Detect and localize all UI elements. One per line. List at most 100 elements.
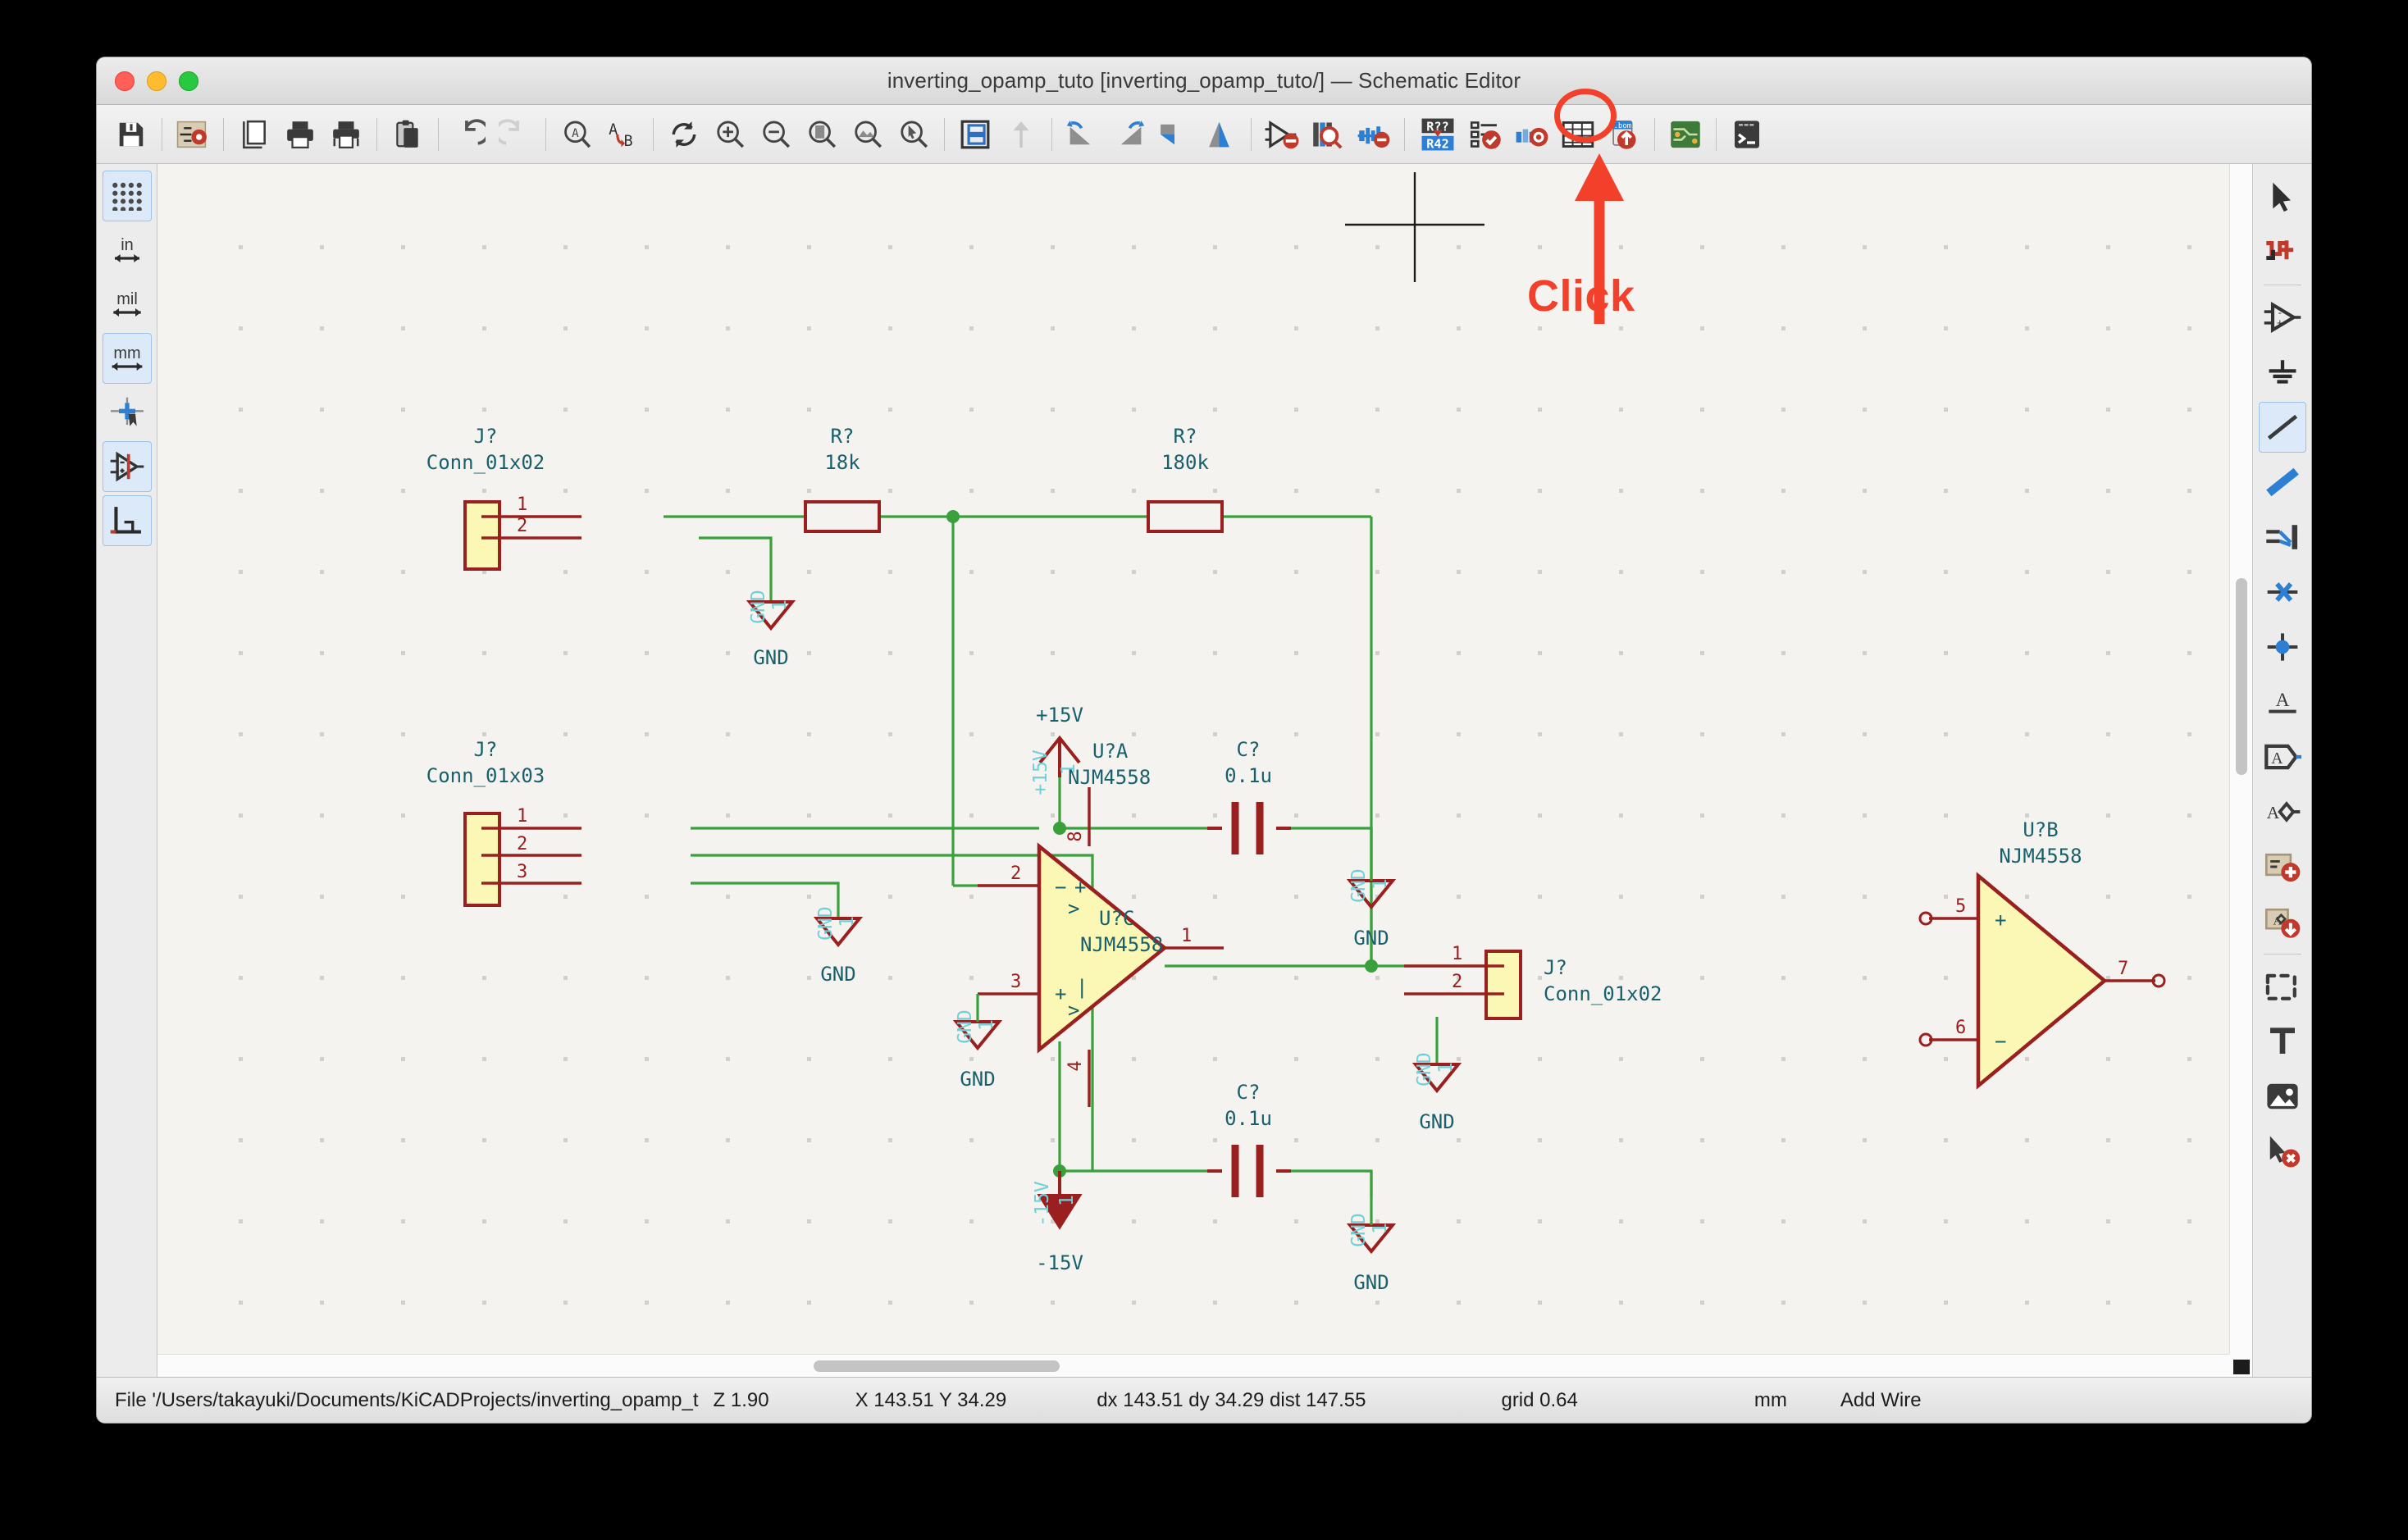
ua-pin-4: 4 [1065, 1060, 1086, 1071]
status-zoom: Z 1.90 [713, 1388, 769, 1411]
add-symbol-icon[interactable]: - + [2259, 292, 2306, 343]
add-image-icon[interactable] [2259, 1071, 2306, 1122]
symbol-fields-table-icon[interactable] [1555, 112, 1601, 157]
print-icon[interactable] [277, 112, 323, 157]
units-mils-icon[interactable]: mil [103, 279, 152, 330]
select-tool-icon[interactable] [2259, 172, 2306, 223]
ub-pin-7: 7 [2118, 959, 2128, 979]
gnd2-net: GND [815, 906, 837, 941]
page-settings-icon[interactable] [231, 112, 277, 157]
rotate-cw-icon[interactable] [1106, 112, 1152, 157]
j2-pin-2: 2 [517, 834, 527, 854]
simulator-icon[interactable] [1351, 112, 1397, 157]
r2-value: 180k [1161, 451, 1209, 474]
minimize-button[interactable] [147, 71, 166, 91]
zoom-in-icon[interactable] [707, 112, 753, 157]
schematic-drawing[interactable]: J? Conn_01x02 1 2 R? 18k R? 180k GND 1 G… [157, 164, 2229, 1354]
opamp-minus-sign-bottom: | [1076, 976, 1088, 999]
symbol-library-browser-icon[interactable] [1305, 112, 1351, 157]
j2-value: Conn_01x03 [426, 764, 545, 787]
r1-value: 18k [824, 451, 860, 474]
hierarchy-navigator-icon[interactable] [952, 112, 998, 157]
units-inches-icon[interactable]: in [103, 225, 152, 276]
zoom-selection-icon[interactable] [891, 112, 937, 157]
minus15v-pin: 1 [1056, 1195, 1078, 1206]
gnd3-net: GND [1348, 868, 1370, 903]
plus15v-net: +15V [1030, 749, 1051, 795]
mirror-vertical-icon[interactable] [1197, 112, 1243, 157]
find-icon[interactable]: A [554, 112, 600, 157]
schematic-canvas[interactable]: J? Conn_01x02 1 2 R? 18k R? 180k GND 1 G… [157, 164, 2229, 1354]
assign-footprints-icon[interactable] [1509, 112, 1555, 157]
opamp-gt-bottom: > [1068, 999, 1079, 1022]
erc-icon[interactable] [1463, 112, 1509, 157]
undo-icon[interactable] [446, 112, 492, 157]
toolbar-separator [223, 117, 224, 151]
status-active-tool: Add Wire [1840, 1388, 1922, 1411]
gnd1-pin: 1 [769, 599, 791, 611]
svg-text:+: + [2277, 317, 2283, 328]
horizontal-scrollbar[interactable] [157, 1354, 2229, 1377]
refresh-icon[interactable] [661, 112, 707, 157]
zoom-fit-page-icon[interactable] [799, 112, 845, 157]
gnd5-pin: 1 [1370, 1223, 1391, 1234]
rotate-ccw-icon[interactable] [1060, 112, 1106, 157]
wire-bus-90-icon[interactable] [102, 495, 152, 546]
delete-tool-icon[interactable] [2259, 1126, 2306, 1177]
gnd4-net: GND [955, 1009, 976, 1044]
zoom-out-icon[interactable] [753, 112, 799, 157]
opamp-plus-sign-bottom: + [1055, 982, 1066, 1005]
schematic-setup-icon[interactable] [170, 112, 216, 157]
zoom-fit-objects-icon[interactable] [845, 112, 891, 157]
add-wire-icon[interactable] [2258, 402, 2306, 453]
add-sheet-icon[interactable] [2259, 841, 2306, 892]
add-junction-icon[interactable] [2259, 622, 2306, 672]
add-hier-label-icon[interactable]: A [2259, 786, 2306, 837]
gnd2-label: GND [820, 963, 855, 986]
status-coordinates: X 143.51 Y 34.29 [855, 1388, 1007, 1411]
plot-icon[interactable] [323, 112, 369, 157]
scripting-console-icon[interactable] [1724, 112, 1770, 157]
add-no-connect-icon[interactable] [2259, 567, 2306, 617]
title-bar: inverting_opamp_tuto [inverting_opamp_tu… [97, 57, 2311, 105]
mirror-horizontal-icon[interactable] [1152, 112, 1197, 157]
vertical-scroll-thumb[interactable] [2236, 578, 2247, 775]
open-pcb-editor-icon[interactable] [1662, 112, 1708, 157]
j1-pin-2: 2 [517, 516, 527, 536]
status-grid[interactable]: grid 0.64 [1501, 1389, 1577, 1412]
add-wire-to-bus-entry-icon[interactable] [2259, 512, 2306, 563]
redo-icon[interactable] [492, 112, 538, 157]
toggle-grid-icon[interactable] [102, 171, 152, 221]
resize-corner[interactable] [2229, 1354, 2252, 1377]
add-global-label-icon[interactable]: A [2259, 731, 2306, 782]
symbol-editor-icon[interactable] [1259, 112, 1305, 157]
hidden-pins-icon[interactable] [102, 441, 152, 492]
zoom-button[interactable] [179, 71, 198, 91]
highlight-net-icon[interactable] [2259, 227, 2306, 278]
ua-pin-3: 3 [1010, 972, 1021, 992]
close-button[interactable] [115, 71, 135, 91]
j3-pin-1: 1 [1452, 944, 1462, 964]
canvas-area[interactable]: J? Conn_01x02 1 2 R? 18k R? 180k GND 1 G… [157, 164, 2252, 1377]
full-crosshair-icon[interactable] [103, 387, 152, 438]
find-replace-icon[interactable]: A B [600, 112, 645, 157]
status-units[interactable]: mm [1754, 1389, 1787, 1412]
generate-bom-icon[interactable]: .bom [1601, 112, 1647, 157]
toolbar-separator [1251, 117, 1252, 151]
horizontal-scroll-thumb[interactable] [814, 1360, 1060, 1372]
j1-reference: J? [474, 425, 498, 448]
paste-icon[interactable] [385, 112, 431, 157]
add-net-label-icon[interactable]: A [2259, 677, 2306, 727]
add-power-icon[interactable] [2259, 347, 2306, 398]
annotate-schematic-icon[interactable]: R?? R42 [1412, 112, 1463, 157]
vertical-scrollbar[interactable] [2229, 164, 2252, 1354]
save-icon[interactable] [108, 112, 154, 157]
add-text-icon[interactable] [2259, 1016, 2306, 1067]
gnd5-label: GND [1353, 1271, 1389, 1294]
draw-lines-icon[interactable] [2259, 961, 2306, 1012]
toolbar-separator [2263, 954, 2301, 955]
add-bus-icon[interactable] [2259, 457, 2306, 508]
units-mm-icon[interactable]: mm [102, 333, 152, 384]
leave-sheet-icon[interactable] [998, 112, 1044, 157]
import-sheet-pin-icon[interactable]: A [2259, 896, 2306, 947]
